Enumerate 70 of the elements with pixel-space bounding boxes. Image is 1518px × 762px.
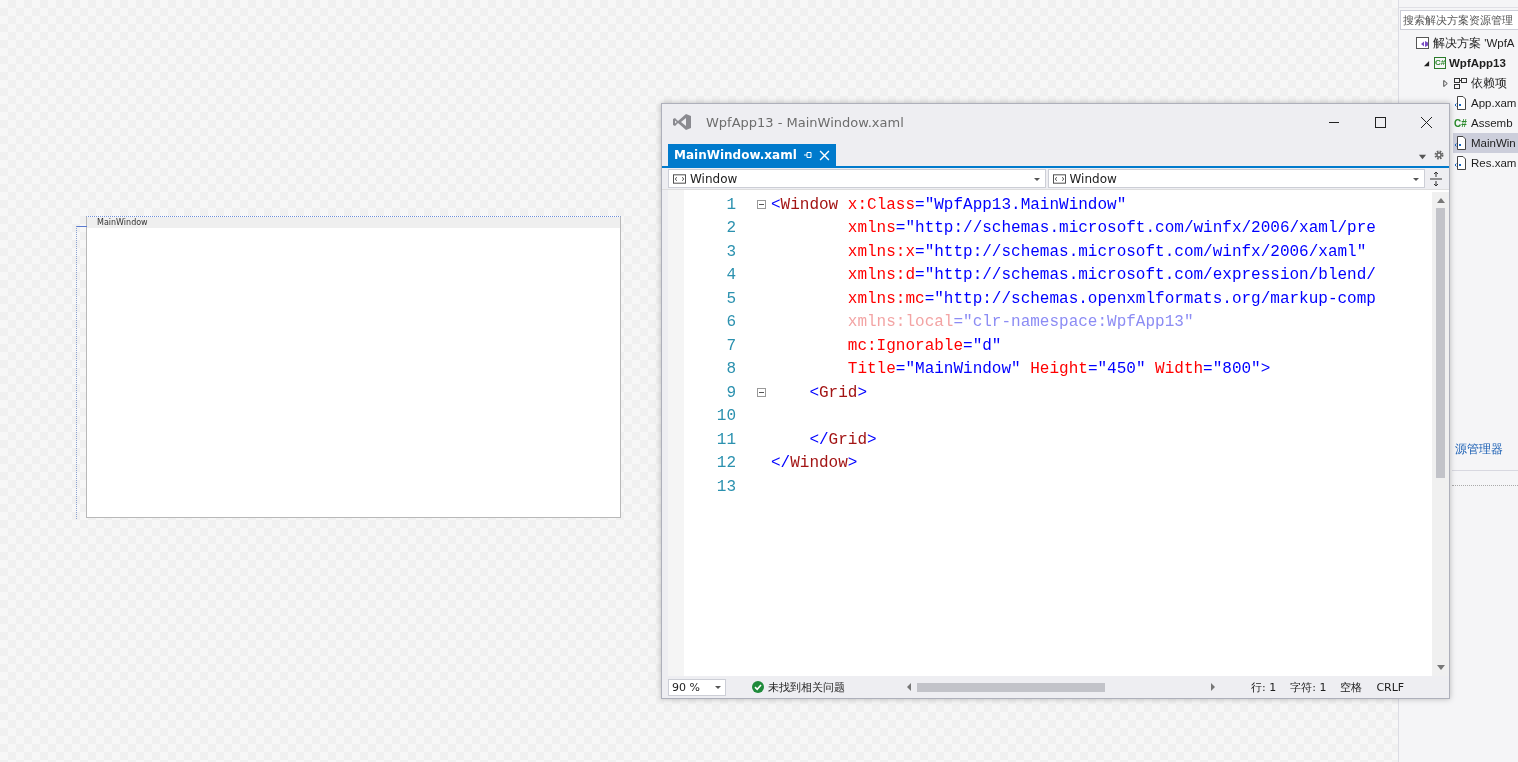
tree-item[interactable]: MainWin: [1453, 133, 1518, 153]
expanded-icon[interactable]: [1422, 59, 1430, 67]
panel-link[interactable]: 源管理器: [1455, 441, 1518, 458]
code-line: xmlns:local="clr-namespace:WpfApp13": [846, 313, 1194, 332]
column-position[interactable]: 字符: 1: [1290, 679, 1327, 695]
code-line: xmlns="http://schemas.microsoft.com/winfx/2006/xaml/pre: [846, 219, 1376, 238]
collapse-icon[interactable]: [757, 200, 766, 210]
line-position[interactable]: 行: 1: [1251, 679, 1277, 695]
left-arrow-icon[interactable]: [905, 682, 913, 692]
indent-mode[interactable]: 空格: [1340, 679, 1363, 695]
code-line: xmlns:x="http://schemas.microsoft.com/winfx/2006/xaml": [846, 242, 1367, 261]
tree-item[interactable]: C# Assemb: [1453, 113, 1518, 133]
document-icon: [1453, 95, 1468, 111]
line-number: 7: [725, 336, 736, 355]
code-line: xmlns:mc="http://schemas.openxmlformats.org/markup-comp: [846, 289, 1376, 308]
line-number: 12: [715, 454, 736, 473]
line-number: 9: [725, 383, 736, 402]
dropdown-icon[interactable]: [1418, 152, 1427, 161]
tree-item[interactable]: 依赖项: [1453, 73, 1518, 93]
navigation-dropdown[interactable]: Window: [1047, 169, 1425, 188]
document-icon: [1453, 155, 1468, 171]
element-icon: [1052, 173, 1066, 184]
logo-icon: [672, 112, 692, 132]
settings-icon[interactable]: [1433, 149, 1445, 161]
right-arrow-icon[interactable]: [1209, 682, 1217, 692]
horizontal-scrollbar[interactable]: [905, 680, 1217, 694]
line-number: 2: [725, 219, 736, 238]
line-number: 10: [715, 407, 736, 426]
code-line: </Grid>: [808, 430, 877, 449]
code-line: xmlns:d="http://schemas.microsoft.com/expression/blend/: [846, 266, 1376, 285]
zoom-dropdown[interactable]: 90 %: [668, 678, 726, 696]
tree-item[interactable]: Res.xam: [1453, 153, 1518, 173]
down-arrow-icon[interactable]: [1435, 664, 1446, 672]
dependencies-icon: [1453, 75, 1468, 91]
line-number: 13: [715, 477, 736, 496]
document-icon: [1453, 135, 1468, 151]
line-number: 1: [725, 195, 736, 214]
line-number: 4: [725, 266, 736, 285]
window-title: MainWindow: [87, 217, 620, 228]
split-icon[interactable]: [1429, 171, 1443, 186]
line-number: 5: [725, 289, 736, 308]
window-title: WpfApp13 - MainWindow.xaml: [706, 114, 904, 130]
vertical-scrollbar[interactable]: [1432, 190, 1449, 676]
tree-item[interactable]: 解决方案 'WpfA: [1415, 33, 1518, 53]
solution-icon: [1415, 35, 1430, 51]
collapse-icon[interactable]: [757, 388, 766, 398]
element-icon: [673, 173, 686, 184]
code-line: <Window x:Class="WpfApp13.MainWindow": [771, 195, 1127, 214]
tree-item[interactable]: App.xam: [1453, 93, 1518, 113]
splitter-bar[interactable]: [1452, 470, 1518, 486]
issues-status[interactable]: 未找到相关问题: [768, 679, 845, 695]
up-arrow-icon[interactable]: [1435, 196, 1446, 204]
line-number: 6: [725, 313, 736, 332]
navigation-dropdown[interactable]: Window: [668, 169, 1046, 188]
line-number: 3: [725, 242, 736, 261]
line-ending[interactable]: CRLF: [1376, 680, 1405, 694]
code-line: Title="MainWindow" Height="450" Width="800">: [846, 360, 1271, 379]
document-tab[interactable]: MainWindow.xaml: [668, 144, 836, 166]
tree-item[interactable]: C# WpfApp13: [1434, 53, 1518, 73]
collapsed-icon[interactable]: [1441, 79, 1449, 87]
dropdown-icon: [714, 683, 722, 691]
code-line: </Window>: [771, 454, 858, 473]
code-line: mc:Ignorable="d": [846, 336, 1002, 355]
code-line: <Grid>: [808, 383, 868, 402]
close-icon[interactable]: [818, 149, 830, 161]
line-number: 11: [715, 430, 736, 449]
pin-icon[interactable]: [802, 150, 813, 160]
check-icon: [752, 681, 764, 693]
search-field[interactable]: 搜索解决方案资源管理: [1400, 10, 1518, 30]
line-number: 8: [725, 360, 736, 379]
